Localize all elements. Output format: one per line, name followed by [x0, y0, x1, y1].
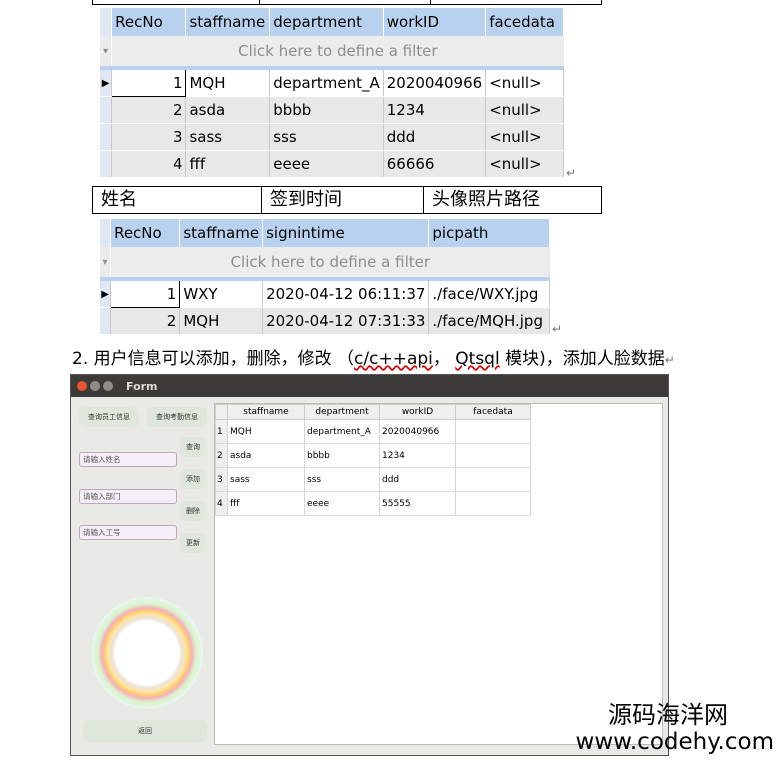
name-cell: 姓名 [93, 187, 262, 213]
back-button[interactable]: 返回 [83, 720, 207, 742]
close-icon[interactable] [77, 381, 87, 391]
staff-table: staffname department workID facedata 1 M… [215, 404, 531, 516]
attendance-grid: RecNo staffname signintime picpath ▾ Cli… [100, 219, 550, 335]
column-header[interactable]: department [269, 8, 384, 36]
department-input[interactable]: 请输入部门 [79, 489, 177, 504]
staff-table-view: staffname department workID facedata 1 M… [214, 403, 663, 745]
watermark-url: www.codehy.com [575, 729, 774, 755]
app-window: Form 查询员工信息 查询考勤信息 查询 请输入姓名 添加 请输入部门 删除 … [70, 374, 669, 756]
column-header[interactable]: staffname [185, 8, 271, 36]
current-row-arrow-icon: ▶ [100, 279, 112, 308]
site-watermark: 源码海洋网 www.codehy.com [576, 701, 774, 755]
delete-button[interactable]: 删除 [180, 501, 206, 521]
column-header[interactable]: department [304, 404, 380, 420]
column-header[interactable]: signintime [262, 219, 430, 247]
previous-table-border [92, 0, 602, 5]
filter-row[interactable]: Click here to define a filter [110, 247, 550, 281]
control-panel: 查询员工信息 查询考勤信息 查询 请输入姓名 添加 请输入部门 删除 请输入工号… [71, 397, 211, 755]
column-header[interactable]: RecNo [110, 219, 181, 247]
table-row[interactable]: ▶ 1 MQH department_A 2020040966 <null> [100, 67, 564, 97]
row-indicator-header [100, 8, 113, 36]
table-row[interactable]: 2 MQH 2020-04-12 07:31:33 ./face/MQH.jpg [100, 307, 550, 335]
table-row[interactable]: 3 sass sss ddd <null> [100, 123, 564, 151]
column-header[interactable]: staffname [179, 219, 264, 247]
filter-icon: ▾ [100, 247, 112, 281]
attendance-header-row: 姓名 签到时间 头像照片路径 [92, 186, 602, 214]
name-input[interactable]: 请输入姓名 [79, 452, 177, 467]
paragraph-mark-icon: ↵ [664, 353, 675, 367]
paragraph-mark-icon: ↵ [552, 322, 563, 336]
staff-grid: RecNo staffname department workID faceda… [100, 8, 564, 178]
filter-row[interactable]: Click here to define a filter [111, 36, 564, 70]
column-header[interactable]: workID [383, 8, 487, 36]
current-row-arrow-icon: ▶ [100, 68, 113, 97]
table-row[interactable]: 1 MQH department_A 2020040966 [215, 419, 531, 444]
maximize-icon[interactable] [103, 381, 113, 391]
column-header[interactable]: staffname [227, 404, 305, 420]
table-row[interactable]: ▶ 1 WXY 2020-04-12 06:11:37 ./face/WXY.j… [100, 278, 550, 308]
window-title: Form [126, 379, 158, 393]
table-row[interactable]: 4 fff eeee 55555 [215, 491, 531, 516]
face-capture-ring [91, 597, 203, 709]
minimize-icon[interactable] [90, 381, 100, 391]
query-button[interactable]: 查询 [180, 437, 206, 457]
work-id-input[interactable]: 请输入工号 [79, 525, 177, 540]
filter-icon: ▾ [100, 36, 113, 70]
photo-path-cell: 头像照片路径 [432, 189, 540, 210]
paragraph-mark-icon: ↵ [566, 166, 577, 180]
query-attendance-button[interactable]: 查询考勤信息 [147, 407, 207, 427]
table-row[interactable]: 3 sass sss ddd [215, 467, 531, 492]
column-header[interactable]: facedata [455, 404, 531, 420]
query-staff-button[interactable]: 查询员工信息 [79, 407, 139, 427]
add-button[interactable]: 添加 [180, 469, 206, 489]
column-header[interactable]: RecNo [111, 8, 187, 36]
title-bar: Form [71, 375, 668, 397]
watermark-title: 源码海洋网 [608, 701, 728, 729]
table-row[interactable]: 2 asda bbbb 1234 [215, 443, 531, 468]
column-header[interactable]: facedata [485, 8, 564, 36]
column-header[interactable]: picpath [428, 219, 550, 247]
column-header[interactable]: workID [379, 404, 456, 420]
update-button[interactable]: 更新 [180, 533, 206, 553]
signin-time-cell: 签到时间 [262, 187, 424, 213]
table-row[interactable]: 2 asda bbbb 1234 <null> [100, 96, 564, 124]
table-row[interactable]: 4 fff eeee 66666 <null> [100, 150, 564, 178]
section-heading: 2. 用户信息可以添加，删除，修改 （c/c++api， Qtsql 模块)，添… [72, 349, 675, 369]
